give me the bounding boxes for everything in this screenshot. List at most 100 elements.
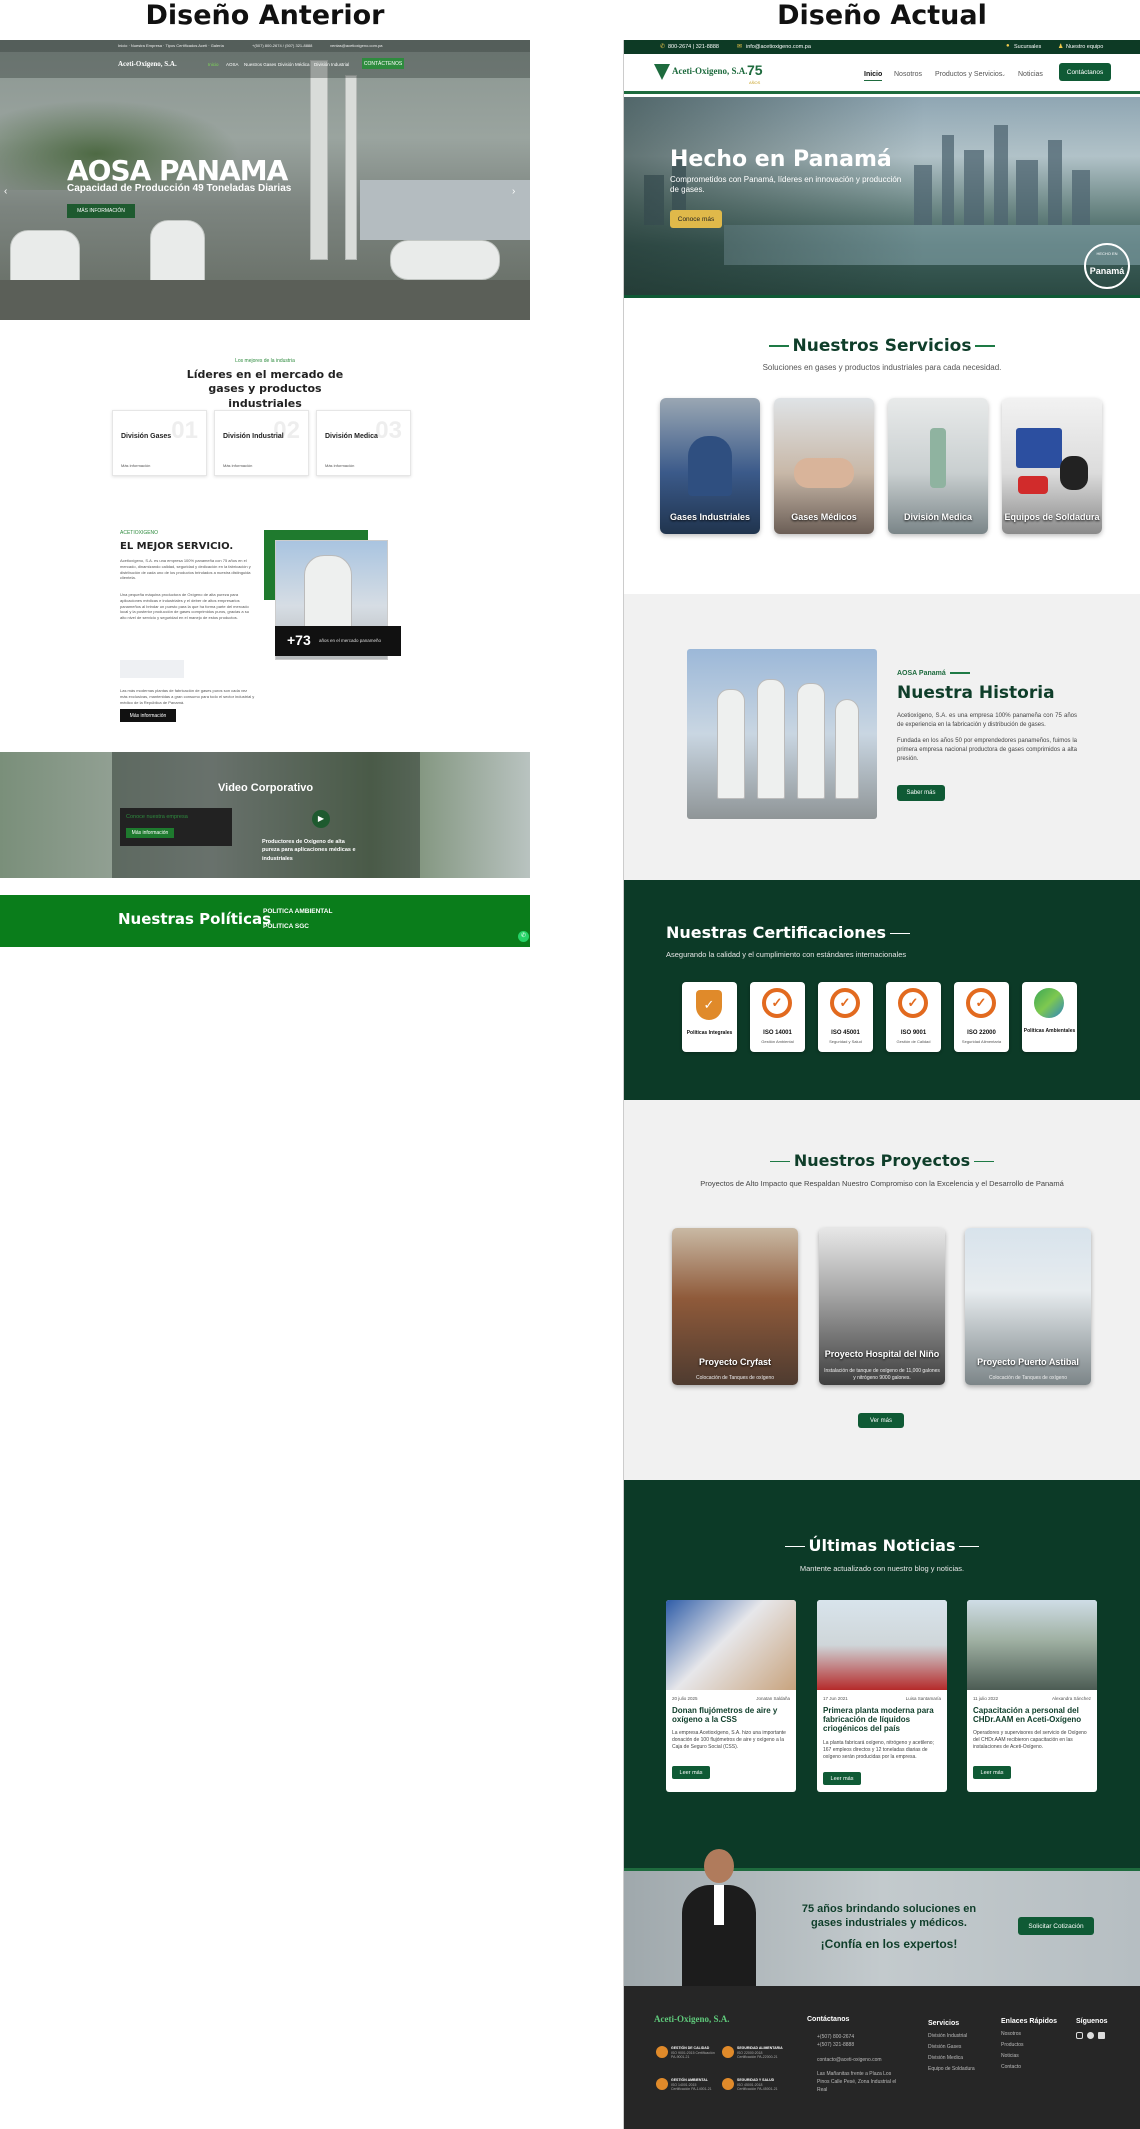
skyline-building <box>1016 160 1038 225</box>
service-card-division-medica[interactable]: División Medica <box>888 398 988 534</box>
old-nav-item[interactable]: División Médica <box>278 62 310 67</box>
old-card[interactable]: 01 División Gases Más información <box>112 410 207 476</box>
service-label: Equipos de Soldadura <box>1004 512 1100 522</box>
news-card[interactable]: 17 Jun 2021 Luisa Santamaría Primera plan… <box>817 1600 947 1792</box>
footer-phone[interactable]: +(507) 800-2674 <box>807 2033 902 2041</box>
footer-service-link[interactable]: División Medica <box>928 2053 998 2064</box>
cert-card[interactable]: ✓ ISO 14001 Gestión Ambiental <box>750 982 805 1052</box>
project-card[interactable]: Proyecto Cryfast Colocación de Tanques d… <box>672 1228 798 1385</box>
old-card[interactable]: 02 División Industrial Más información <box>214 410 309 476</box>
footer-service-link[interactable]: Equipo de Soldadura <box>928 2064 998 2075</box>
news-image <box>967 1600 1097 1690</box>
card-more-link[interactable]: Más información <box>223 463 252 468</box>
service-card-gases-industriales[interactable]: Gases Industriales <box>660 398 760 534</box>
old-topbar-links[interactable]: Inicio · Nuestra Empresa · Tipos Certifi… <box>118 43 224 48</box>
new-logo[interactable]: Aceti-Oxigeno, S.A. <box>672 66 748 76</box>
cert-subtitle: Gestión de Calidad <box>896 1039 931 1044</box>
logo-mark-icon[interactable] <box>654 64 670 80</box>
footer-email[interactable]: contacto@aceti-oxigeno.com <box>807 2055 902 2066</box>
news-title[interactable]: Capacitación a personal del CHDr.AAM en … <box>973 1706 1091 1724</box>
footer-service-link[interactable]: División Industrial <box>928 2031 998 2042</box>
old-nav-item[interactable]: Inicio <box>208 62 219 67</box>
footer-phone[interactable]: +(507) 321-8888 <box>807 2041 902 2049</box>
nav-item-inicio[interactable]: Inicio <box>864 71 883 81</box>
old-design: Inicio · Nuestra Empresa · Tipos Certifi… <box>0 40 530 950</box>
news-read-more-button[interactable]: Leer más <box>973 1766 1011 1779</box>
location-icon: ● <box>1006 43 1010 49</box>
new-topbar-link[interactable]: Nuestro equipo <box>1066 44 1103 50</box>
news-subtitle: Mantente actualizado con nuestro blog y … <box>799 1564 965 1573</box>
play-icon[interactable]: ▶ <box>312 810 330 828</box>
old-nav-item[interactable]: AOSA <box>226 62 239 67</box>
cta-quote-button[interactable]: Solicitar Cotización <box>1018 1917 1094 1935</box>
new-hero-button[interactable]: Conoce más <box>670 210 722 228</box>
cert-title: ISO 45001 <box>831 1030 860 1036</box>
projects-button[interactable]: Ver más <box>858 1413 904 1428</box>
video-box-button[interactable]: Más información <box>126 828 174 838</box>
card-more-link[interactable]: Más información <box>325 463 354 468</box>
service-card-equipos-soldadura[interactable]: Equipos de Soldadura <box>1002 398 1102 534</box>
cert-title: Políticas Ambientales <box>1023 1028 1076 1034</box>
image-tank <box>797 683 825 799</box>
project-card[interactable]: Proyecto Hospital del Niño Instalación d… <box>819 1228 945 1385</box>
news-title: Últimas Noticias <box>624 1536 1140 1555</box>
footer-contact-title: Contáctanos <box>807 2016 850 2023</box>
linkedin-icon[interactable] <box>1098 2032 1105 2039</box>
sgs-badge-icon: ✓ <box>898 988 928 1018</box>
old-contact-button[interactable]: CONTÁCTENOS <box>362 58 404 69</box>
award-icon <box>722 2046 734 2058</box>
heading-old-design: Diseño Anterior <box>145 0 385 31</box>
old-hero-button[interactable]: MÁS INFORMACIÓN <box>67 204 135 218</box>
old-nav-item[interactable]: Nuestros Gases <box>244 62 276 67</box>
new-topbar-phone[interactable]: 800-2674 | 321-8888 <box>668 44 719 50</box>
old-topbar-phone[interactable]: +(507) 800-2674 / (507) 321-8888 <box>252 43 312 48</box>
service-card-gases-medicos[interactable]: Gases Médicos <box>774 398 874 534</box>
chevron-down-icon[interactable]: ⌄ <box>1001 71 1006 78</box>
new-topbar: ✆ 800-2674 | 321-8888 ✉ info@acetioxigen… <box>624 40 1140 54</box>
footer-quick-link[interactable]: Contacto <box>1001 2062 1065 2073</box>
old-policy-link[interactable]: POLITICA SGC <box>263 923 309 930</box>
old-logo[interactable]: Aceti-Oxigeno, S.A. <box>118 60 177 68</box>
news-read-more-button[interactable]: Leer más <box>672 1766 710 1779</box>
footer-service-link[interactable]: División Gases <box>928 2042 998 2053</box>
old-nav-item[interactable]: División Industrial <box>314 62 349 67</box>
news-title[interactable]: Donan flujómetros de aire y oxígeno a la… <box>672 1706 790 1724</box>
cert-card[interactable]: ✓ ISO 9001 Gestión de Calidad <box>886 982 941 1052</box>
new-topbar-link[interactable]: Sucursales <box>1014 44 1041 50</box>
old-card[interactable]: 03 División Medica Más información <box>316 410 411 476</box>
cert-card[interactable]: ✓ ISO 45001 Seguridad y Salud <box>818 982 873 1052</box>
nav-item-noticias[interactable]: Noticias <box>1018 71 1043 78</box>
footer-quick-link[interactable]: Productos <box>1001 2040 1065 2051</box>
whatsapp-icon[interactable]: ✆ <box>518 931 529 942</box>
instagram-icon[interactable] <box>1076 2032 1083 2039</box>
new-contact-button[interactable]: Contáctanos <box>1059 63 1111 81</box>
news-read-more-button[interactable]: Leer más <box>823 1772 861 1785</box>
news-card[interactable]: 20 julio 2025 Jonatan Saldaña Donan flujó… <box>666 1600 796 1792</box>
chevron-right-icon[interactable]: › <box>512 186 515 197</box>
history-button[interactable]: Saber más <box>897 785 945 801</box>
project-card[interactable]: Proyecto Puerto Astibal Colocación de Ta… <box>965 1228 1091 1385</box>
card-more-link[interactable]: Más información <box>121 463 150 468</box>
facebook-icon[interactable] <box>1087 2032 1094 2039</box>
old-topbar-email[interactable]: ventas@acetioxigeno.com.pa <box>330 43 383 48</box>
footer-logo[interactable]: Aceti-Oxigeno, S.A. <box>654 2014 730 2024</box>
cert-card[interactable]: Políticas Ambientales <box>1022 982 1077 1052</box>
skyline-building <box>964 150 984 225</box>
old-policy-link[interactable]: POLITICA AMBIENTAL <box>263 908 332 915</box>
news-card[interactable]: 11 julio 2022 Alexandra Sánchez Capacitac… <box>967 1600 1097 1792</box>
footer-quick-link[interactable]: Nosotros <box>1001 2029 1065 2040</box>
cert-card[interactable]: ✓ Políticas Integrales <box>682 982 737 1052</box>
cert-card[interactable]: ✓ ISO 22000 Seguridad Alimentaria <box>954 982 1009 1052</box>
footer-quick-link[interactable]: Noticias <box>1001 2051 1065 2062</box>
nav-item-nosotros[interactable]: Nosotros <box>894 71 922 78</box>
new-topbar-email[interactable]: info@acetioxigeno.com.pa <box>746 44 811 50</box>
hero-bottom-line <box>624 295 1140 298</box>
nav-item-productos[interactable]: Productos y Servicios <box>935 71 1002 78</box>
cert-subtitle: Gestión Ambiental <box>761 1039 794 1044</box>
chevron-left-icon[interactable]: ‹ <box>4 186 7 197</box>
new-hero-title: Hecho en Panamá <box>670 147 892 172</box>
cta-text-line3: ¡Confía en los expertos! <box>820 1937 958 1951</box>
old-stat-number: +73 <box>287 632 311 648</box>
news-title[interactable]: Primera planta moderna para fabricación … <box>823 1706 941 1734</box>
old-about-button[interactable]: Más información <box>120 709 176 722</box>
